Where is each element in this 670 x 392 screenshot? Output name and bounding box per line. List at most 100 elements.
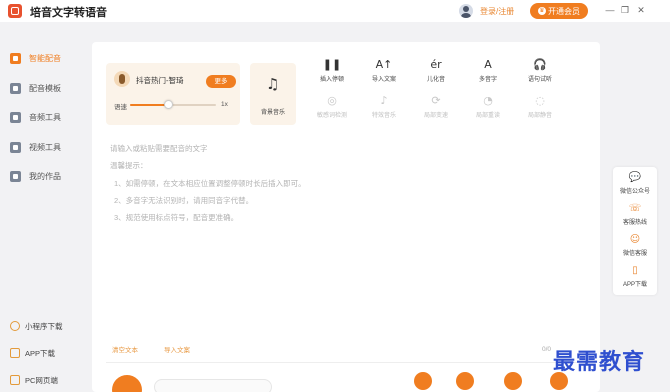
right-float-bar: 💬 微信公众号 ☏ 客服热线 ☺ 微信客服 ▯ APP下载 (613, 167, 657, 295)
tool-label: 局部静音 (527, 113, 552, 119)
pc-web-link[interactable]: PC网页端 (0, 370, 86, 390)
share-icon[interactable] (504, 372, 522, 390)
tool-label: 插入停顿 (319, 77, 344, 83)
speed-slider[interactable] (130, 100, 216, 109)
stress-icon: ◔ (483, 94, 493, 107)
tool-label: 敏感词检测 (316, 113, 347, 119)
tool-label: 特效音乐 (371, 113, 396, 119)
maximize-icon[interactable]: ❐ (619, 4, 631, 16)
polyphone-button[interactable]: A 多音字 (466, 58, 510, 88)
sensitive-word-check-button[interactable]: ◎ 敏感词检测 (310, 94, 354, 124)
insert-pause-button[interactable]: ❚❚ 插入停顿 (310, 58, 354, 88)
export-icon[interactable] (456, 372, 474, 390)
audio-tools-icon (10, 111, 21, 123)
app-title: 培音文字转语音 (30, 7, 107, 19)
sidebar: 智能配音 配音模板 音频工具 视频工具 我的作品 小程序下载 APP下载 PC网… (0, 36, 86, 392)
sidebar-item-label: 配音模板 (29, 83, 61, 93)
phone-icon: ☏ (628, 203, 642, 214)
play-button[interactable] (112, 375, 142, 392)
speed-slider-fill (130, 104, 169, 106)
sidebar-item-label: 视频工具 (29, 142, 61, 152)
note-icon: ♪ (380, 94, 388, 107)
app-logo-icon (8, 4, 22, 18)
pause-icon: ❚❚ (322, 58, 342, 71)
scan-icon: ◎ (327, 94, 337, 107)
import-text-icon: A↑ (375, 58, 393, 71)
tool-label: 多音字 (478, 77, 497, 83)
sidebar-item-smart-dub[interactable]: 智能配音 (0, 44, 86, 72)
app-download-label: APP下载 (25, 348, 56, 358)
tips-title: 温馨提示： (110, 161, 148, 170)
wechat-service[interactable]: ☺ 微信客服 (613, 233, 657, 263)
tool-label: 局部变速 (423, 113, 448, 119)
import-text-button[interactable]: A↑ 导入文案 (362, 58, 406, 88)
monitor-icon (10, 375, 20, 385)
speed-icon: ⟳ (431, 94, 441, 107)
sidebar-item-label: 我的作品 (29, 171, 61, 181)
editor-placeholder: 请输入或粘贴需要配音的文字 (110, 144, 208, 153)
music-note-icon: ♫ (266, 75, 280, 93)
chat-bubble-icon: 💬 (628, 172, 642, 183)
import-text-link[interactable]: 导入文案 (164, 344, 190, 354)
text-editor[interactable]: 请输入或粘贴需要配音的文字 温馨提示： 1、如需停顿，在文本相应位置调整停顿时长… (110, 143, 510, 243)
voice-output-field[interactable] (154, 379, 272, 392)
sidebar-item-template[interactable]: 配音模板 (0, 74, 86, 102)
title-bar: 培音文字转语音 登录/注册 ♛ 开通会员 — ❐ ✕ (0, 0, 670, 22)
right-item-label: 客服热线 (622, 220, 647, 226)
crown-icon: ♛ (538, 7, 546, 15)
local-mute-button[interactable]: ◌ 局部静音 (518, 94, 562, 124)
smiley-icon: ☺ (629, 234, 641, 245)
template-icon (10, 82, 21, 94)
tool-label: 导入文案 (371, 77, 396, 83)
erhua-button[interactable]: ér 儿化音 (414, 58, 458, 88)
tip-line: 3、规范使用标点符号，配音更准确。 (114, 213, 239, 222)
voice-avatar (114, 71, 130, 87)
close-icon[interactable]: ✕ (635, 4, 647, 16)
right-item-label: APP下载 (622, 282, 647, 288)
speed-value: 1x (221, 101, 228, 108)
tip-line: 2、多音字无法识别时，请用同音字代替。 (114, 196, 254, 205)
local-speed-button[interactable]: ⟳ 局部变速 (414, 94, 458, 124)
mini-program-download[interactable]: 小程序下载 (0, 316, 86, 336)
sidebar-item-label: 音频工具 (29, 112, 61, 122)
tool-label: 语句试听 (527, 77, 552, 83)
background-music-button[interactable]: ♫ 背景音乐 (250, 63, 296, 125)
mute-icon: ◌ (535, 94, 545, 107)
sidebar-item-my-works[interactable]: 我的作品 (0, 162, 86, 190)
right-item-label: 微信公众号 (619, 189, 650, 195)
headphones-icon: 🎧 (533, 58, 547, 71)
mini-program-icon (10, 321, 20, 331)
clear-text-button[interactable]: 清空文本 (112, 344, 138, 354)
speed-slider-handle[interactable] (164, 100, 174, 109)
minimize-icon[interactable]: — (604, 4, 616, 16)
app-download[interactable]: APP下载 (0, 343, 86, 363)
polyphone-icon: A (484, 58, 492, 71)
speed-label: 语速 (114, 104, 127, 111)
voice-selector-card[interactable]: 抖音热门-智琦 更多 语速 1x (106, 63, 240, 125)
vip-button[interactable]: ♛ 开通会员 (530, 3, 588, 19)
sidebar-item-audio-tools[interactable]: 音频工具 (0, 103, 86, 131)
more-voices-button[interactable]: 更多 (206, 75, 236, 88)
mobile-icon: ▯ (632, 265, 638, 276)
tip-line: 1、如需停顿，在文本相应位置调整停顿时长后插入即可。 (114, 179, 306, 188)
effect-music-button[interactable]: ♪ 特效音乐 (362, 94, 406, 124)
erhua-icon: ér (430, 58, 442, 71)
char-counter: 0/0 (542, 346, 552, 353)
main-panel: 抖音热门-智琦 更多 语速 1x ♫ 背景音乐 ❚❚ 插入停顿 A↑ 导入文案 … (92, 42, 600, 392)
app-download-float[interactable]: ▯ APP下载 (613, 264, 657, 294)
phone-icon (10, 348, 20, 358)
sidebar-item-video-tools[interactable]: 视频工具 (0, 133, 86, 161)
right-item-label: 微信客服 (622, 251, 647, 257)
watermark: 最需教育 (553, 349, 646, 375)
tool-label: 局部重读 (475, 113, 500, 119)
wechat-official-account[interactable]: 💬 微信公众号 (613, 171, 657, 201)
smart-dub-icon (10, 52, 21, 64)
login-register-link[interactable]: 登录/注册 (480, 6, 514, 17)
background-music-label: 背景音乐 (260, 110, 285, 116)
local-stress-button[interactable]: ◔ 局部重读 (466, 94, 510, 124)
service-hotline[interactable]: ☏ 客服热线 (613, 202, 657, 232)
download-icon[interactable] (414, 372, 432, 390)
sidebar-item-label: 智能配音 (29, 53, 61, 63)
user-avatar-icon[interactable] (459, 4, 473, 18)
sentence-preview-button[interactable]: 🎧 语句试听 (518, 58, 562, 88)
